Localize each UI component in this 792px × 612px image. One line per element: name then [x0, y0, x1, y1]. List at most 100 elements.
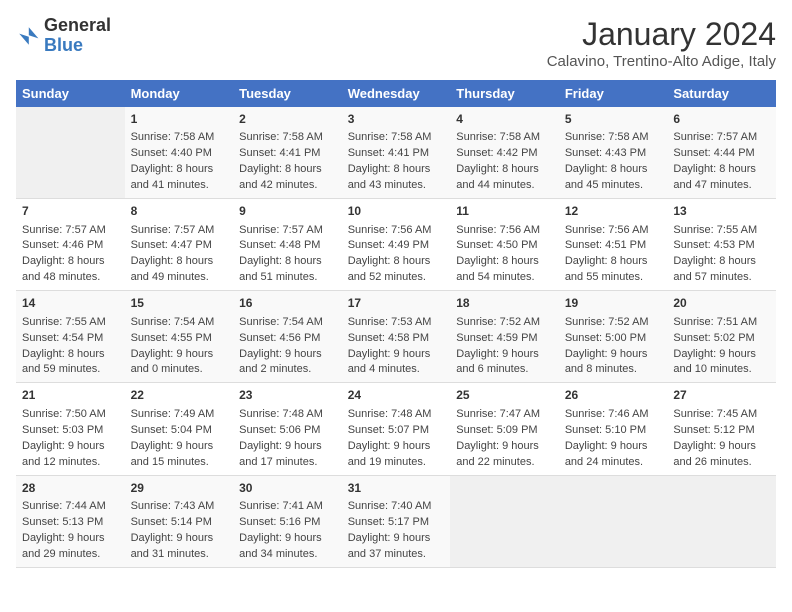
day-number: 7 [22, 203, 119, 220]
day-info: Sunrise: 7:58 AMSunset: 4:41 PMDaylight:… [348, 130, 445, 194]
day-number: 17 [348, 295, 445, 312]
header-tuesday: Tuesday [233, 80, 342, 107]
calendar-cell: 3Sunrise: 7:58 AMSunset: 4:41 PMDaylight… [342, 107, 451, 199]
day-number: 26 [565, 387, 662, 404]
header-monday: Monday [125, 80, 234, 107]
calendar-cell: 12Sunrise: 7:56 AMSunset: 4:51 PMDayligh… [559, 199, 668, 291]
calendar-week-4: 21 Sunrise: 7:50 AMSunset: 5:03 PMDayligh… [16, 383, 776, 475]
logo-blue: Blue [44, 35, 83, 55]
calendar-cell: 6Sunrise: 7:57 AMSunset: 4:44 PMDaylight… [667, 107, 776, 199]
day-info: Sunrise: 7:57 AMSunset: 4:46 PMDaylight:… [22, 223, 119, 287]
calendar-cell: 29 Sunrise: 7:43 AMSunset: 5:14 PMDayligh… [125, 475, 234, 567]
day-info: Sunrise: 7:58 AMSunset: 4:43 PMDaylight:… [565, 130, 662, 194]
day-info: Sunrise: 7:51 AMSunset: 5:02 PMDaylight:… [673, 315, 770, 379]
calendar-cell [450, 475, 559, 567]
day-number: 13 [673, 203, 770, 220]
calendar-cell: 30 Sunrise: 7:41 AMSunset: 5:16 PMDayligh… [233, 475, 342, 567]
day-info: Sunrise: 7:58 AMSunset: 4:40 PMDaylight:… [131, 130, 228, 194]
calendar-cell: 14Sunrise: 7:55 AMSunset: 4:54 PMDayligh… [16, 291, 125, 383]
calendar-cell [667, 475, 776, 567]
day-number: 9 [239, 203, 336, 220]
day-number: 5 [565, 111, 662, 128]
calendar-cell: 31 Sunrise: 7:40 AMSunset: 5:17 PMDayligh… [342, 475, 451, 567]
day-number: 28 [22, 480, 119, 497]
day-number: 10 [348, 203, 445, 220]
calendar-cell: 1Sunrise: 7:58 AMSunset: 4:40 PMDaylight… [125, 107, 234, 199]
day-number: 4 [456, 111, 553, 128]
day-number: 16 [239, 295, 336, 312]
day-info: Sunrise: 7:58 AMSunset: 4:41 PMDaylight:… [239, 130, 336, 194]
calendar-cell: 21 Sunrise: 7:50 AMSunset: 5:03 PMDayligh… [16, 383, 125, 475]
calendar-cell: 13 Sunrise: 7:55 AMSunset: 4:53 PMDayligh… [667, 199, 776, 291]
day-info: Sunrise: 7:52 AMSunset: 5:00 PMDaylight:… [565, 315, 662, 379]
day-info: Sunrise: 7:56 AMSunset: 4:49 PMDaylight:… [348, 223, 445, 287]
day-number: 22 [131, 387, 228, 404]
day-info: Sunrise: 7:50 AMSunset: 5:03 PMDaylight:… [22, 407, 119, 471]
day-number: 19 [565, 295, 662, 312]
day-info: Sunrise: 7:41 AMSunset: 5:16 PMDaylight:… [239, 499, 336, 563]
day-info: Sunrise: 7:52 AMSunset: 4:59 PMDaylight:… [456, 315, 553, 379]
calendar-cell: 25 Sunrise: 7:47 AMSunset: 5:09 PMDayligh… [450, 383, 559, 475]
month-title: January 2024 [547, 16, 776, 53]
day-info: Sunrise: 7:58 AMSunset: 4:42 PMDaylight:… [456, 130, 553, 194]
calendar-cell: 10 Sunrise: 7:56 AMSunset: 4:49 PMDayligh… [342, 199, 451, 291]
logo-general: General [44, 15, 111, 35]
day-info: Sunrise: 7:54 AMSunset: 4:56 PMDaylight:… [239, 315, 336, 379]
calendar-week-2: 7 Sunrise: 7:57 AMSunset: 4:46 PMDaylight… [16, 199, 776, 291]
day-number: 24 [348, 387, 445, 404]
logo: General Blue [16, 16, 111, 56]
day-info: Sunrise: 7:40 AMSunset: 5:17 PMDaylight:… [348, 499, 445, 563]
day-info: Sunrise: 7:55 AMSunset: 4:53 PMDaylight:… [673, 223, 770, 287]
header-wednesday: Wednesday [342, 80, 451, 107]
calendar-cell: 27Sunrise: 7:45 AMSunset: 5:12 PMDayligh… [667, 383, 776, 475]
day-number: 15 [131, 295, 228, 312]
calendar-cell: 5 Sunrise: 7:58 AMSunset: 4:43 PMDaylight… [559, 107, 668, 199]
page-header: General Blue January 2024 Calavino, Tren… [16, 16, 776, 70]
day-number: 8 [131, 203, 228, 220]
calendar-cell: 26 Sunrise: 7:46 AMSunset: 5:10 PMDayligh… [559, 383, 668, 475]
day-number: 21 [22, 387, 119, 404]
calendar-week-3: 14Sunrise: 7:55 AMSunset: 4:54 PMDayligh… [16, 291, 776, 383]
calendar-week-1: 1Sunrise: 7:58 AMSunset: 4:40 PMDaylight… [16, 107, 776, 199]
day-info: Sunrise: 7:56 AMSunset: 4:51 PMDaylight:… [565, 223, 662, 287]
location-title: Calavino, Trentino-Alto Adige, Italy [547, 53, 776, 70]
day-info: Sunrise: 7:48 AMSunset: 5:07 PMDaylight:… [348, 407, 445, 471]
day-number: 29 [131, 480, 228, 497]
day-number: 30 [239, 480, 336, 497]
day-info: Sunrise: 7:43 AMSunset: 5:14 PMDaylight:… [131, 499, 228, 563]
day-info: Sunrise: 7:49 AMSunset: 5:04 PMDaylight:… [131, 407, 228, 471]
day-info: Sunrise: 7:45 AMSunset: 5:12 PMDaylight:… [673, 407, 770, 471]
header-sunday: Sunday [16, 80, 125, 107]
day-info: Sunrise: 7:48 AMSunset: 5:06 PMDaylight:… [239, 407, 336, 471]
calendar-header-row: SundayMondayTuesdayWednesdayThursdayFrid… [16, 80, 776, 107]
day-number: 25 [456, 387, 553, 404]
calendar-cell: 17 Sunrise: 7:53 AMSunset: 4:58 PMDayligh… [342, 291, 451, 383]
calendar-cell: 24 Sunrise: 7:48 AMSunset: 5:07 PMDayligh… [342, 383, 451, 475]
day-number: 14 [22, 295, 119, 312]
calendar-cell: 20 Sunrise: 7:51 AMSunset: 5:02 PMDayligh… [667, 291, 776, 383]
day-number: 31 [348, 480, 445, 497]
calendar-cell: 7 Sunrise: 7:57 AMSunset: 4:46 PMDaylight… [16, 199, 125, 291]
calendar-cell: 16 Sunrise: 7:54 AMSunset: 4:56 PMDayligh… [233, 291, 342, 383]
calendar-cell: 4 Sunrise: 7:58 AMSunset: 4:42 PMDaylight… [450, 107, 559, 199]
logo-icon [16, 24, 40, 48]
day-info: Sunrise: 7:46 AMSunset: 5:10 PMDaylight:… [565, 407, 662, 471]
calendar-cell [559, 475, 668, 567]
day-number: 20 [673, 295, 770, 312]
day-info: Sunrise: 7:57 AMSunset: 4:47 PMDaylight:… [131, 223, 228, 287]
day-number: 23 [239, 387, 336, 404]
day-number: 11 [456, 203, 553, 220]
calendar-cell: 28 Sunrise: 7:44 AMSunset: 5:13 PMDayligh… [16, 475, 125, 567]
day-info: Sunrise: 7:57 AMSunset: 4:44 PMDaylight:… [673, 130, 770, 194]
calendar-cell: 23 Sunrise: 7:48 AMSunset: 5:06 PMDayligh… [233, 383, 342, 475]
day-info: Sunrise: 7:53 AMSunset: 4:58 PMDaylight:… [348, 315, 445, 379]
title-area: January 2024 Calavino, Trentino-Alto Adi… [547, 16, 776, 70]
calendar-cell: 19 Sunrise: 7:52 AMSunset: 5:00 PMDayligh… [559, 291, 668, 383]
calendar-week-5: 28 Sunrise: 7:44 AMSunset: 5:13 PMDayligh… [16, 475, 776, 567]
calendar-cell [16, 107, 125, 199]
day-info: Sunrise: 7:47 AMSunset: 5:09 PMDaylight:… [456, 407, 553, 471]
day-info: Sunrise: 7:44 AMSunset: 5:13 PMDaylight:… [22, 499, 119, 563]
calendar-cell: 15Sunrise: 7:54 AMSunset: 4:55 PMDayligh… [125, 291, 234, 383]
day-info: Sunrise: 7:57 AMSunset: 4:48 PMDaylight:… [239, 223, 336, 287]
header-saturday: Saturday [667, 80, 776, 107]
